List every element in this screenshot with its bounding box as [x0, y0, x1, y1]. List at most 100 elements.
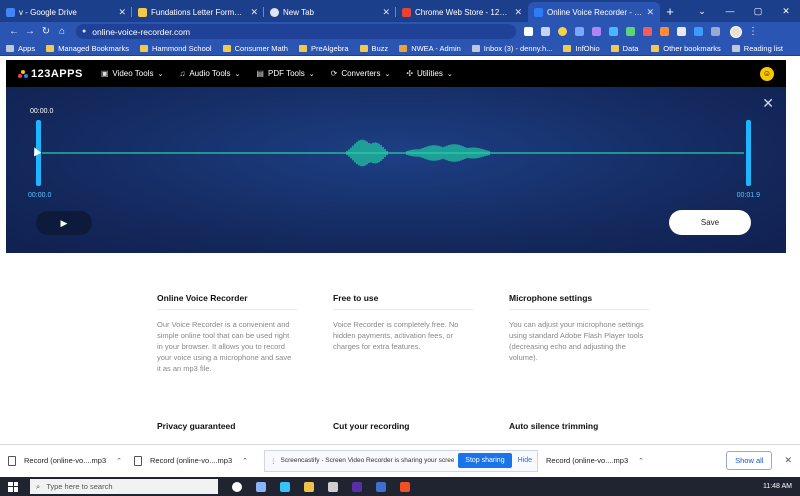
show-all-button[interactable]: Show all: [726, 451, 773, 470]
feature-online-voice-recorder: Online Voice Recorder Our Voice Recorder…: [157, 293, 297, 374]
bookmark-infohio[interactable]: InfOhio: [563, 44, 600, 53]
play-button[interactable]: ▶: [36, 211, 92, 235]
maximize-icon[interactable]: ▢: [744, 6, 772, 17]
task-view-icon[interactable]: [232, 481, 242, 492]
tab-google-drive[interactable]: v - Google Drive ✕: [0, 2, 132, 22]
windows-start-icon[interactable]: [8, 481, 18, 492]
waveform[interactable]: [42, 133, 744, 173]
other-bookmarks[interactable]: Other bookmarks: [651, 44, 721, 53]
puzzle-icon[interactable]: [711, 27, 720, 36]
chevron-down-icon: ⌄: [384, 70, 391, 78]
camera-icon[interactable]: [524, 27, 533, 36]
home-icon[interactable]: ⌂: [54, 26, 70, 37]
avatar[interactable]: [730, 25, 742, 38]
user-account-icon[interactable]: ☺: [760, 66, 774, 81]
bookmark-buzz[interactable]: Buzz: [359, 44, 388, 53]
web-store-icon: [402, 7, 411, 17]
extension-icon[interactable]: [575, 27, 584, 36]
clock[interactable]: 11:48 AM: [763, 483, 792, 490]
menu-utilities[interactable]: ✣ Utilities ⌄: [406, 69, 452, 78]
extension-icon[interactable]: [592, 27, 601, 36]
chevron-up-icon[interactable]: ⌃: [242, 457, 248, 465]
save-button[interactable]: Save: [669, 210, 751, 235]
reading-list[interactable]: Reading list: [731, 43, 783, 53]
bookmark-label: Data: [622, 43, 639, 53]
bookmark-label: Reading list: [743, 43, 783, 53]
close-tab-icon[interactable]: ✕: [118, 7, 126, 18]
menu-video-tools[interactable]: ▣ Video Tools ⌄: [101, 69, 164, 78]
tab-search-icon[interactable]: ⌄: [688, 6, 716, 17]
close-icon[interactable]: ✕: [762, 95, 774, 112]
reload-icon[interactable]: ↻: [38, 26, 54, 37]
file-explorer-icon[interactable]: [304, 481, 314, 492]
widgets-icon[interactable]: [256, 481, 266, 492]
close-tab-icon[interactable]: ✕: [646, 7, 654, 18]
menu-audio-tools[interactable]: ♫ Audio Tools ⌄: [179, 69, 240, 78]
pdf-icon: ▤: [256, 69, 264, 78]
tab-fundations[interactable]: Fundations Letter Formations N ✕: [132, 2, 264, 22]
menu-label: PDF Tools: [267, 69, 305, 78]
bookmark-label: Managed Bookmarks: [58, 43, 129, 53]
back-icon[interactable]: ←: [6, 26, 22, 37]
taskbar-search[interactable]: ⌕ Type here to search: [30, 479, 218, 494]
menu-pdf-tools[interactable]: ▤ PDF Tools ⌄: [256, 69, 314, 78]
file-icon: [134, 455, 142, 466]
video-icon: ▣: [100, 69, 109, 78]
menu-converters[interactable]: ⟳ Converters ⌄: [331, 69, 391, 78]
download-item[interactable]: Record (online-vo....mp3 ⌃: [8, 455, 134, 466]
extension-icon[interactable]: [626, 27, 635, 36]
new-tab-button[interactable]: +: [660, 2, 680, 22]
extension-icon[interactable]: [677, 27, 686, 36]
apps-icon: [6, 44, 14, 52]
more-menu-icon[interactable]: ⋮: [748, 26, 758, 37]
hide-button[interactable]: Hide: [518, 457, 532, 464]
extension-icon[interactable]: [694, 27, 703, 36]
close-tab-icon[interactable]: ✕: [250, 7, 258, 18]
trim-end-time: 00:01.9: [736, 192, 760, 199]
bookmark-apps[interactable]: Apps: [6, 44, 35, 53]
close-tab-icon[interactable]: ✕: [382, 7, 390, 18]
bookmark-consumer-math[interactable]: Consumer Math: [222, 44, 288, 53]
close-window-icon[interactable]: ✕: [772, 6, 800, 17]
tab-chrome-web-store[interactable]: Chrome Web Store - 123apps ✕: [396, 2, 528, 22]
bookmark-inbox[interactable]: Inbox (3) - denny.h...: [471, 44, 552, 53]
download-item[interactable]: Record (online-vo....mp3 ⌃: [134, 455, 260, 466]
tab-online-voice-recorder[interactable]: Online Voice Recorder - Record ✕: [528, 2, 660, 22]
download-filename: Record (online-vo....mp3: [24, 456, 107, 465]
folder-icon: [563, 44, 572, 52]
stop-sharing-button[interactable]: Stop sharing: [458, 453, 512, 468]
forward-icon[interactable]: →: [22, 26, 38, 37]
store-icon[interactable]: [328, 481, 338, 492]
bookmark-data[interactable]: Data: [610, 43, 639, 53]
drag-handle-icon[interactable]: ⋮: [270, 457, 277, 465]
logo[interactable]: 123APPS: [18, 68, 83, 80]
chrome-icon[interactable]: [400, 481, 410, 492]
extension-icon[interactable]: [643, 27, 652, 36]
bookmark-star-icon[interactable]: [558, 27, 567, 36]
window-controls: ⌄ — ▢ ✕: [688, 0, 800, 22]
info-section: Online Voice Recorder Our Voice Recorder…: [6, 253, 786, 443]
minimize-icon[interactable]: —: [716, 6, 744, 16]
search-icon: ⌕: [36, 481, 41, 491]
extension-icon[interactable]: [609, 27, 618, 36]
bookmark-hammond[interactable]: Hammond School: [139, 44, 212, 53]
edge-icon[interactable]: [280, 481, 290, 492]
nwea-icon: [399, 44, 408, 52]
bookmark-nwea[interactable]: NWEA - Admin: [399, 44, 461, 53]
extension-icon[interactable]: [660, 27, 669, 36]
address-bar[interactable]: ● online-voice-recorder.com: [76, 24, 516, 39]
share-icon[interactable]: [541, 27, 550, 36]
chevron-up-icon[interactable]: ⌃: [116, 457, 122, 465]
tab-new-tab[interactable]: New Tab ✕: [264, 2, 396, 22]
chevron-up-icon[interactable]: ⌃: [638, 457, 644, 465]
word-icon[interactable]: [376, 481, 386, 492]
close-icon[interactable]: ✕: [784, 455, 792, 466]
premiere-icon[interactable]: [352, 481, 362, 492]
trim-handle-right[interactable]: [746, 120, 751, 186]
bookmark-managed[interactable]: Managed Bookmarks: [46, 44, 129, 53]
bookmark-prealgebra[interactable]: PreAlgebra: [298, 44, 349, 53]
feature-privacy-title: Privacy guaranteed: [157, 421, 236, 431]
close-tab-icon[interactable]: ✕: [514, 7, 522, 18]
drive-icon: [6, 7, 15, 17]
download-item[interactable]: Record (online-vo....mp3 ⌃: [546, 456, 672, 465]
